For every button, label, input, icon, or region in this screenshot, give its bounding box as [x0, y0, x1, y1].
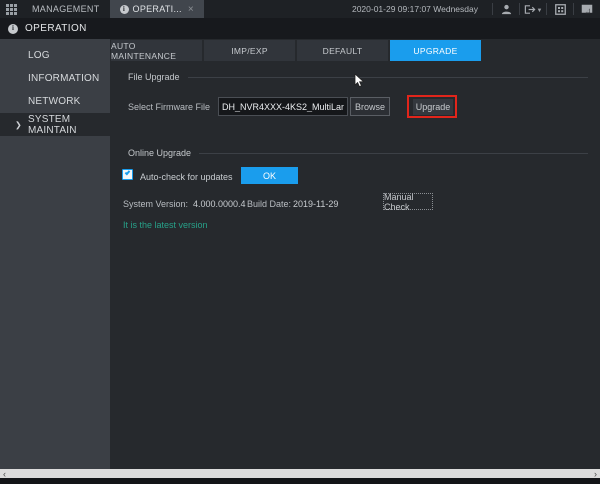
datetime-display: 2020-01-29 09:17:07 Wednesday	[352, 4, 478, 14]
sidebar-item-label: SYSTEM MAINTAIN	[28, 114, 110, 136]
sidebar-item-label: INFORMATION	[28, 73, 99, 84]
manual-check-label: Manual Check	[384, 192, 432, 212]
system-version-value: 4.000.0000.4	[193, 199, 246, 209]
section-title: File Upgrade	[128, 72, 180, 82]
chevron-down-icon: ▼	[537, 8, 543, 14]
grid-glyph	[6, 4, 17, 15]
sidebar-item-label: NETWORK	[28, 96, 81, 107]
manual-check-button[interactable]: Manual Check	[383, 193, 433, 210]
browse-button-label: Browse	[355, 102, 385, 112]
screen-switch-icon[interactable]	[574, 0, 600, 18]
tab-imp-exp[interactable]: IMP/EXP	[204, 40, 295, 61]
autocheck-label: Auto-check for updates	[140, 172, 233, 182]
section-title: Online Upgrade	[128, 148, 191, 158]
app-window: MANAGEMENT i OPERATI... × 2020-01-29 09:…	[0, 0, 600, 484]
tab-auto-maintenance[interactable]: AUTO MAINTENANCE	[111, 40, 202, 61]
horizontal-scrollbar[interactable]: ‹ ›	[0, 469, 600, 478]
build-date-value: 2019-11-29	[293, 199, 338, 209]
operation-info-icon: i	[8, 24, 18, 34]
tab-label: AUTO MAINTENANCE	[111, 41, 202, 61]
user-icon[interactable]	[493, 0, 519, 18]
page-title: OPERATION	[25, 23, 87, 34]
keypad-icon[interactable]	[547, 0, 573, 18]
tab-upgrade[interactable]: UPGRADE	[390, 40, 481, 61]
sidebar: LOG INFORMATION NETWORK ❯ SYSTEM MAINTAI…	[0, 39, 110, 469]
chevron-right-icon: ❯	[15, 120, 22, 129]
build-date-label: Build Date:	[247, 199, 291, 209]
tab-operation-label: OPERATI...	[133, 4, 182, 14]
tab-management[interactable]: MANAGEMENT	[22, 0, 110, 18]
firmware-file-label: Select Firmware File	[128, 102, 210, 112]
maintain-tab-bar: AUTO MAINTENANCE IMP/EXP DEFAULT UPGRADE	[111, 40, 481, 61]
sidebar-item-information[interactable]: INFORMATION	[0, 67, 110, 90]
firmware-file-input[interactable]	[218, 97, 348, 116]
browse-button[interactable]: Browse	[350, 97, 390, 116]
latest-version-status: It is the latest version	[123, 220, 208, 230]
top-bar: MANAGEMENT i OPERATI... × 2020-01-29 09:…	[0, 0, 600, 18]
sidebar-item-log[interactable]: LOG	[0, 44, 110, 67]
checkmark-icon	[125, 170, 131, 176]
divider	[199, 153, 588, 154]
sidebar-item-network[interactable]: NETWORK	[0, 90, 110, 113]
mouse-cursor	[354, 74, 365, 93]
tab-label: UPGRADE	[413, 46, 457, 56]
online-upgrade-section-header: Online Upgrade	[128, 148, 588, 158]
top-bar-right: 2020-01-29 09:17:07 Wednesday ▼	[352, 0, 600, 18]
tab-default[interactable]: DEFAULT	[297, 40, 388, 61]
apps-grid-icon[interactable]	[0, 0, 22, 18]
sidebar-item-system-maintain[interactable]: ❯ SYSTEM MAINTAIN	[0, 113, 110, 136]
page-header: i OPERATION	[0, 18, 600, 39]
close-icon[interactable]: ×	[188, 4, 194, 15]
divider	[188, 77, 588, 78]
tab-operation[interactable]: i OPERATI... ×	[110, 0, 204, 18]
upgrade-button-label: Upgrade	[416, 102, 451, 112]
autocheck-checkbox[interactable]	[122, 169, 133, 180]
logout-icon[interactable]: ▼	[520, 0, 546, 18]
upgrade-button[interactable]: Upgrade	[413, 99, 453, 115]
info-icon: i	[120, 5, 129, 14]
tab-management-label: MANAGEMENT	[32, 4, 100, 14]
sidebar-item-label: LOG	[28, 50, 50, 61]
system-version-label: System Version:	[123, 199, 188, 209]
ok-button[interactable]: OK	[241, 167, 298, 184]
window-bottom-edge	[0, 478, 600, 484]
main-panel: AUTO MAINTENANCE IMP/EXP DEFAULT UPGRADE…	[110, 39, 600, 469]
tab-label: DEFAULT	[323, 46, 363, 56]
ok-button-label: OK	[263, 171, 276, 181]
tab-label: IMP/EXP	[231, 46, 268, 56]
